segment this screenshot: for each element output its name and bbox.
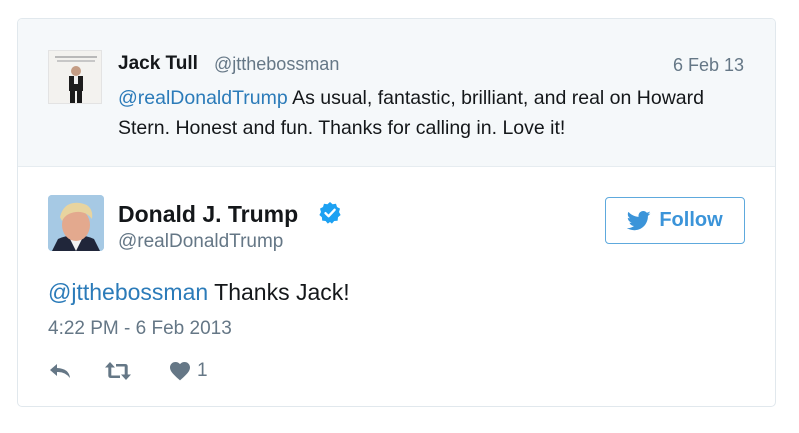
quoted-tweet-text: @realDonaldTrump As usual, fantastic, br… [118,83,728,143]
tweet-timestamp[interactable]: 4:22 PM - 6 Feb 2013 [48,318,232,340]
tweet-embed-card: Jack Tull @jtthebossman 6 Feb 13 @realDo… [17,18,776,407]
quoted-tweet[interactable]: Jack Tull @jtthebossman 6 Feb 13 @realDo… [18,19,775,167]
quoted-author-name[interactable]: Jack Tull [118,53,198,75]
tweet-mention-link[interactable]: @jtthebossman [48,279,208,305]
author-avatar[interactable] [48,195,104,251]
retweet-icon[interactable] [103,359,133,383]
follow-button[interactable]: Follow [605,197,745,244]
heart-icon[interactable] [168,359,192,383]
twitter-bird-icon [627,210,651,230]
author-name[interactable]: Donald J. Trump [118,201,298,228]
tweet-text: @jtthebossman Thanks Jack! [48,279,350,306]
tweet-body: Thanks Jack! [214,279,350,305]
quoted-author-avatar[interactable] [48,50,102,104]
quoted-mention-link[interactable]: @realDonaldTrump [118,87,288,109]
reply-icon[interactable] [48,359,74,383]
verified-badge-icon [319,202,341,224]
follow-button-label: Follow [659,209,723,231]
quoted-tweet-date[interactable]: 6 Feb 13 [673,55,744,76]
like-count: 1 [197,360,208,381]
quoted-author-handle[interactable]: @jtthebossman [214,54,339,75]
author-handle[interactable]: @realDonaldTrump [118,231,283,253]
